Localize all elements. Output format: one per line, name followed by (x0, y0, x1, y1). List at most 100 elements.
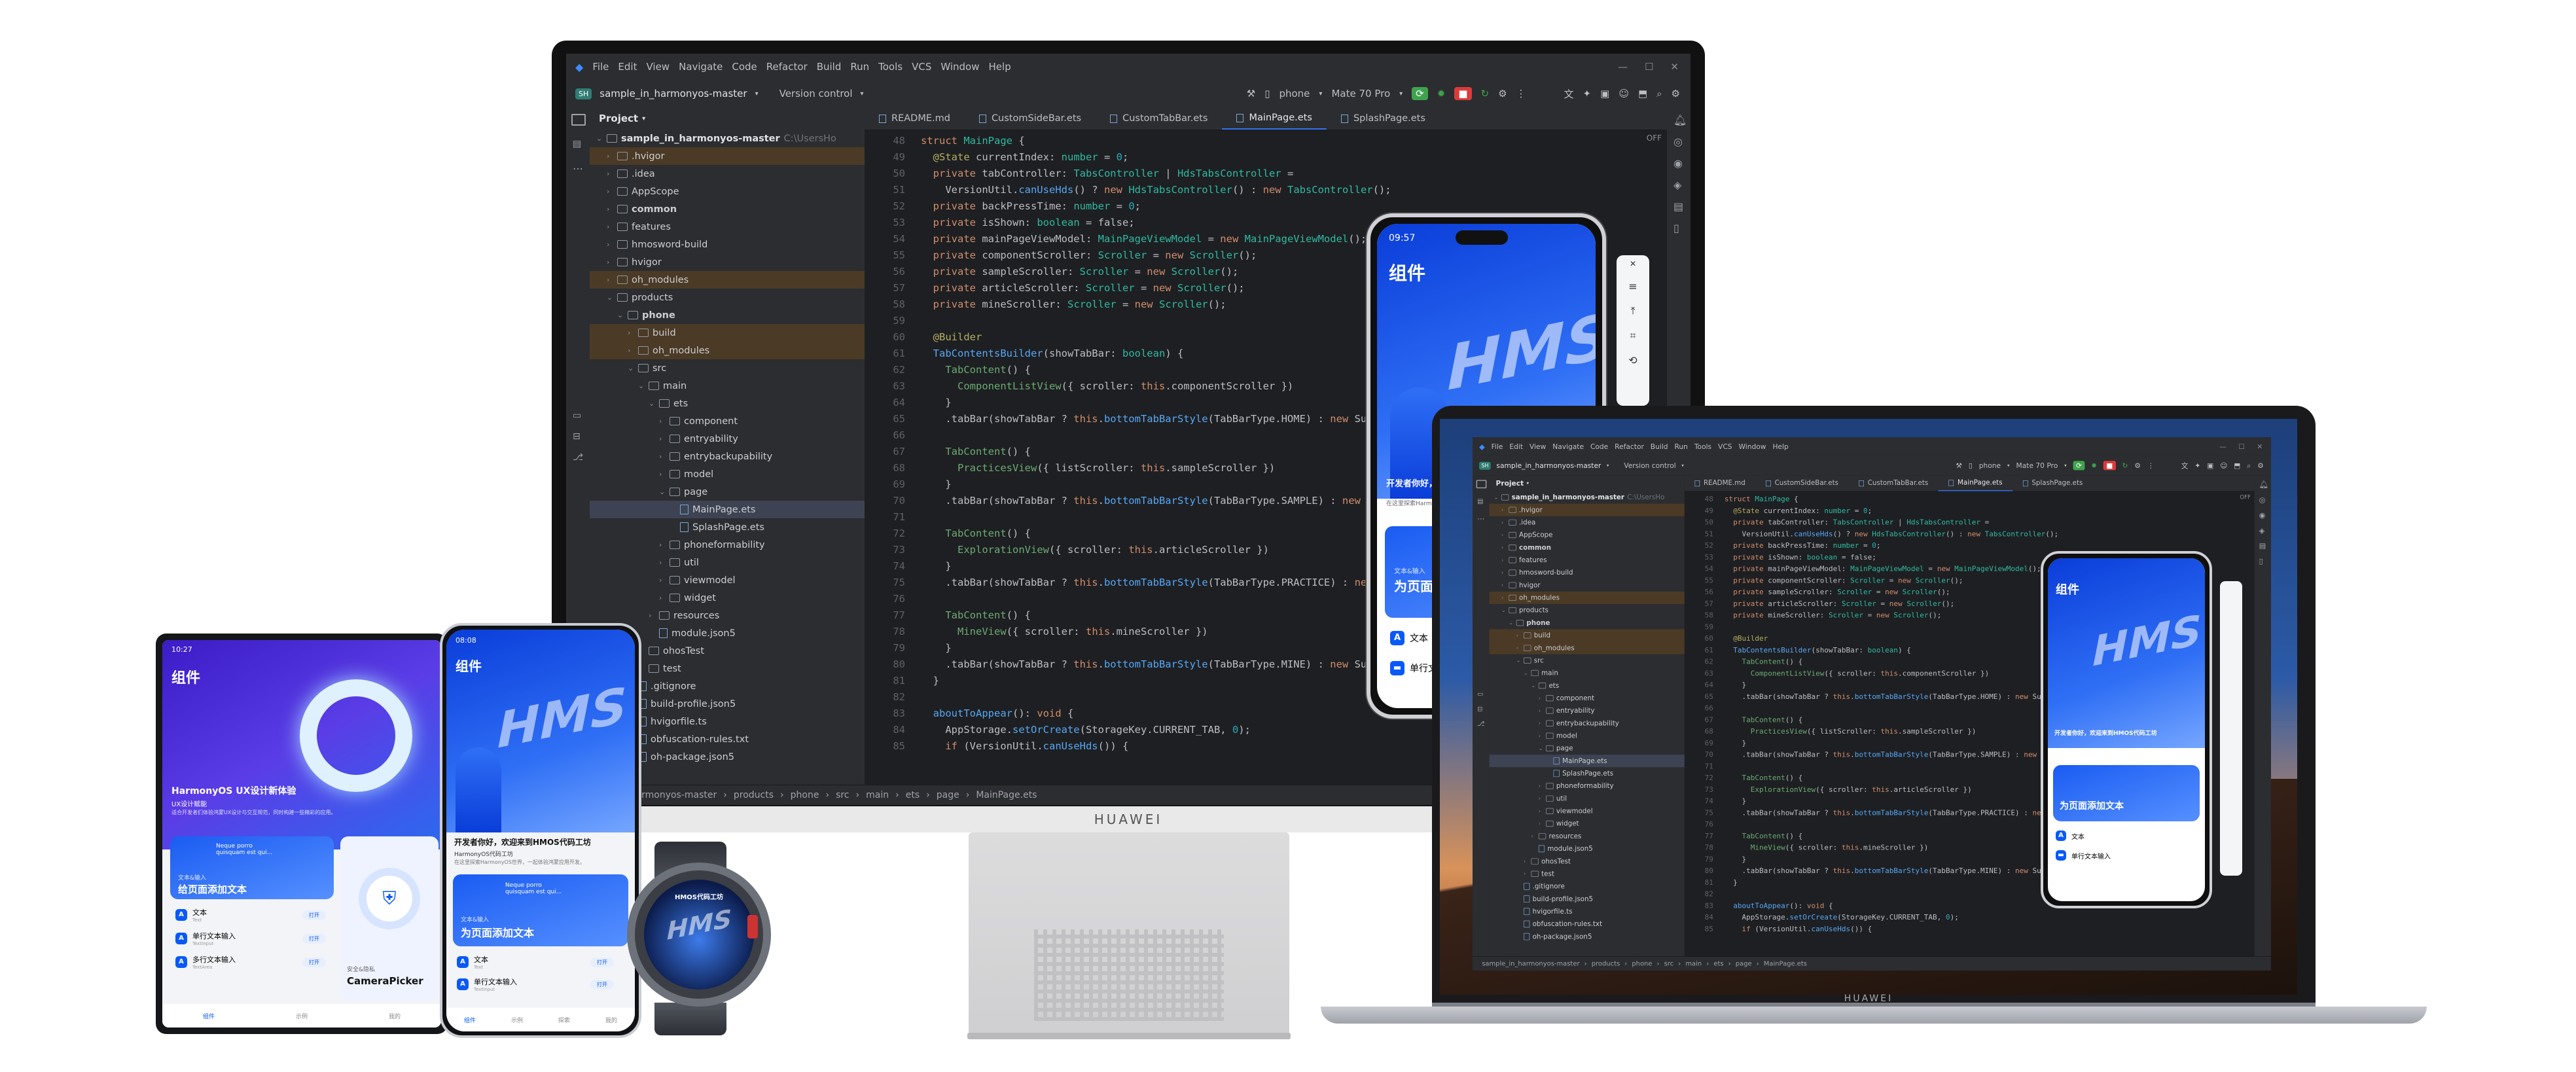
code-line[interactable]: } (921, 640, 951, 656)
previewer-icon[interactable]: ◎ (2259, 495, 2266, 504)
code-linter-icon[interactable]: ◈ (2259, 526, 2266, 535)
tree-item[interactable]: ⌄ src (590, 359, 865, 377)
plugin-icon[interactable]: ✦ (2194, 461, 2200, 470)
previewer-icon[interactable]: ◎ (1673, 135, 1684, 148)
code-line[interactable]: struct MainPage { (921, 133, 1025, 149)
code-line[interactable]: AppStorage.setOrCreate(StorageKey.CURREN… (1725, 912, 1958, 923)
code-line[interactable]: struct MainPage { (1725, 493, 1798, 505)
tree-item[interactable]: › model (590, 465, 865, 483)
menu-help[interactable]: Help (1772, 442, 1788, 451)
device-manager-icon[interactable]: ▣ (1600, 88, 1609, 99)
breadcrumb-item[interactable]: MainPage.ets (976, 790, 1037, 800)
tree-item[interactable]: › AppScope (1490, 529, 1685, 541)
menu-navigate[interactable]: Navigate (1552, 442, 1584, 451)
code-line[interactable]: private mineScroller: Scroller = new Scr… (1725, 609, 1941, 621)
notifications-icon[interactable]: 🔔︎ (2259, 480, 2268, 488)
close-icon[interactable]: ✕ (1670, 61, 1679, 73)
tree-item[interactable]: › .idea (590, 165, 865, 183)
profiler-icon[interactable]: ↻ (1481, 88, 1490, 99)
tree-item[interactable]: › viewmodel (1490, 805, 1685, 817)
tree-item[interactable]: › .idea (1490, 516, 1685, 529)
tree-item[interactable]: › phoneformability (1490, 779, 1685, 792)
breadcrumb-item[interactable]: page (1736, 960, 1752, 967)
code-line[interactable]: } (1725, 796, 1746, 808)
code-line[interactable]: private articleScroller: Scroller = new … (1725, 598, 1954, 610)
tree-item[interactable]: › entrybackupability (1490, 717, 1685, 730)
menu-help[interactable]: Help (989, 61, 1011, 73)
attach-icon[interactable]: ⚙ (2134, 461, 2141, 470)
account-icon[interactable]: ☺ (1619, 88, 1629, 99)
list-item[interactable]: ▬ 单行文本输入 (2056, 850, 2111, 861)
more-tools-icon[interactable]: ⋯ (573, 162, 583, 175)
list-item[interactable]: A 文本 (2056, 831, 2084, 841)
tree-item[interactable]: ⌄ main (590, 377, 865, 395)
sdk-icon[interactable]: ⬒ (2234, 461, 2240, 470)
more-tools-icon[interactable]: ⋯ (1477, 514, 1484, 523)
menu-vcs[interactable]: VCS (912, 61, 931, 73)
tree-item[interactable]: › util (590, 554, 865, 571)
code-line[interactable]: } (921, 476, 951, 493)
list-item[interactable]: A 多行文本输入 TextArea 打开 (175, 954, 326, 970)
menu-build[interactable]: Build (817, 61, 842, 73)
tree-item[interactable]: ⌄ phone (590, 306, 865, 324)
breadcrumb-item[interactable]: phone (791, 790, 819, 800)
reader-mode-toggle[interactable]: OFF (2240, 494, 2251, 501)
version-control-menu[interactable]: Version control (779, 88, 853, 99)
code-line[interactable]: private articleScroller: Scroller = new … (921, 280, 1245, 296)
tree-item[interactable]: › oh_modules (590, 271, 865, 289)
code-line[interactable]: private mineScroller: Scroller = new Scr… (921, 296, 1226, 313)
problems-icon[interactable]: ⊟ (1477, 706, 1484, 713)
laptop-emulator-phone[interactable]: 组件 HMS 开发者你好，欢迎来到HMOS代码工坊 为页面添加文本 A 文本 ▬… (2041, 551, 2212, 908)
tree-item[interactable]: › entrybackupability (590, 448, 865, 465)
account-icon[interactable]: ☺ (2220, 461, 2227, 470)
editor-tab[interactable]: README.md (1685, 475, 1756, 491)
tree-item[interactable]: › util (1490, 793, 1685, 805)
code-line[interactable]: ExplorationView({ scroller: this.article… (921, 542, 1269, 558)
laptop-emulator-card[interactable]: 为页面添加文本 (2053, 765, 2200, 821)
tree-item[interactable]: › ohosTest (1490, 855, 1685, 867)
tree-item[interactable]: › .hvigor (1489, 503, 1685, 516)
tabbar-item[interactable]: 我的 (389, 1012, 401, 1020)
list-item[interactable]: A 单行文本输入 TextInput 打开 (175, 931, 326, 946)
emulator-icon[interactable]: ▯ (2259, 557, 2266, 565)
tree-item[interactable]: › test (1490, 868, 1685, 880)
code-line[interactable]: private componentScroller: Scroller = ne… (1725, 575, 1963, 586)
menu-build[interactable]: Build (1651, 442, 1668, 451)
watch-crown[interactable] (747, 915, 758, 938)
tree-root[interactable]: ⌄ sample_in_harmonyos-master C:\UsersHo (590, 130, 865, 147)
tabbar-item[interactable]: 我的 (605, 1016, 617, 1024)
menu-file[interactable]: File (1492, 442, 1503, 451)
editor-tab[interactable]: MainPage.ets (1938, 475, 2013, 491)
tree-item[interactable]: ⌄ main (1490, 667, 1685, 679)
list-item[interactable]: A 文本 (1390, 631, 1428, 645)
breadcrumb-item[interactable]: main (866, 790, 889, 800)
tree-item[interactable]: › hvigor (1490, 579, 1685, 592)
debug-icon[interactable]: ✹ (1437, 88, 1446, 99)
code-line[interactable]: } (1725, 877, 1738, 889)
more-icon[interactable]: ⋮ (1516, 88, 1526, 99)
code-line[interactable]: TabContent() { (1725, 831, 1802, 842)
code-line[interactable]: TabContent() { (921, 526, 1031, 542)
tree-item[interactable]: › component (590, 412, 865, 430)
breadcrumb-item[interactable]: ets (906, 790, 920, 800)
code-line[interactable]: private sampleScroller: Scroller = new S… (1725, 586, 1950, 598)
menu-window[interactable]: Window (1738, 442, 1766, 451)
code-line[interactable]: .tabBar(showTabBar ? this.bottomTabBarSt… (921, 411, 1422, 427)
device-manager-icon[interactable]: ▣ (2207, 461, 2213, 470)
code-line[interactable]: private componentScroller: Scroller = ne… (921, 247, 1257, 264)
code-line[interactable]: PracticesView({ listScroller: this.sampl… (921, 460, 1275, 476)
coverage-icon[interactable]: ◉ (2259, 510, 2266, 519)
menu-edit[interactable]: Edit (618, 61, 637, 73)
tree-root[interactable]: ⌄ sample_in_harmonyos-master C:\UsersHo (1490, 491, 1685, 503)
tree-item[interactable]: SplashPage.ets (590, 518, 865, 536)
code-line[interactable]: private isShown: boolean = false; (1725, 552, 1876, 563)
code-line[interactable]: @Builder (1725, 633, 1768, 645)
phone-card[interactable]: Neque porro quisquam est qui... 文本&输入 为页… (453, 874, 628, 946)
menu-navigate[interactable]: Navigate (679, 61, 723, 73)
device-selector[interactable]: phone (1279, 88, 1310, 99)
structure-icon[interactable]: ▤ (573, 139, 583, 149)
tree-item[interactable]: › component (1490, 692, 1685, 704)
code-line[interactable]: private mainPageViewModel: MainPageViewM… (921, 231, 1367, 247)
code-line[interactable]: private sampleScroller: Scroller = new S… (921, 264, 1239, 280)
tree-item[interactable]: .gitignore (1490, 880, 1685, 893)
